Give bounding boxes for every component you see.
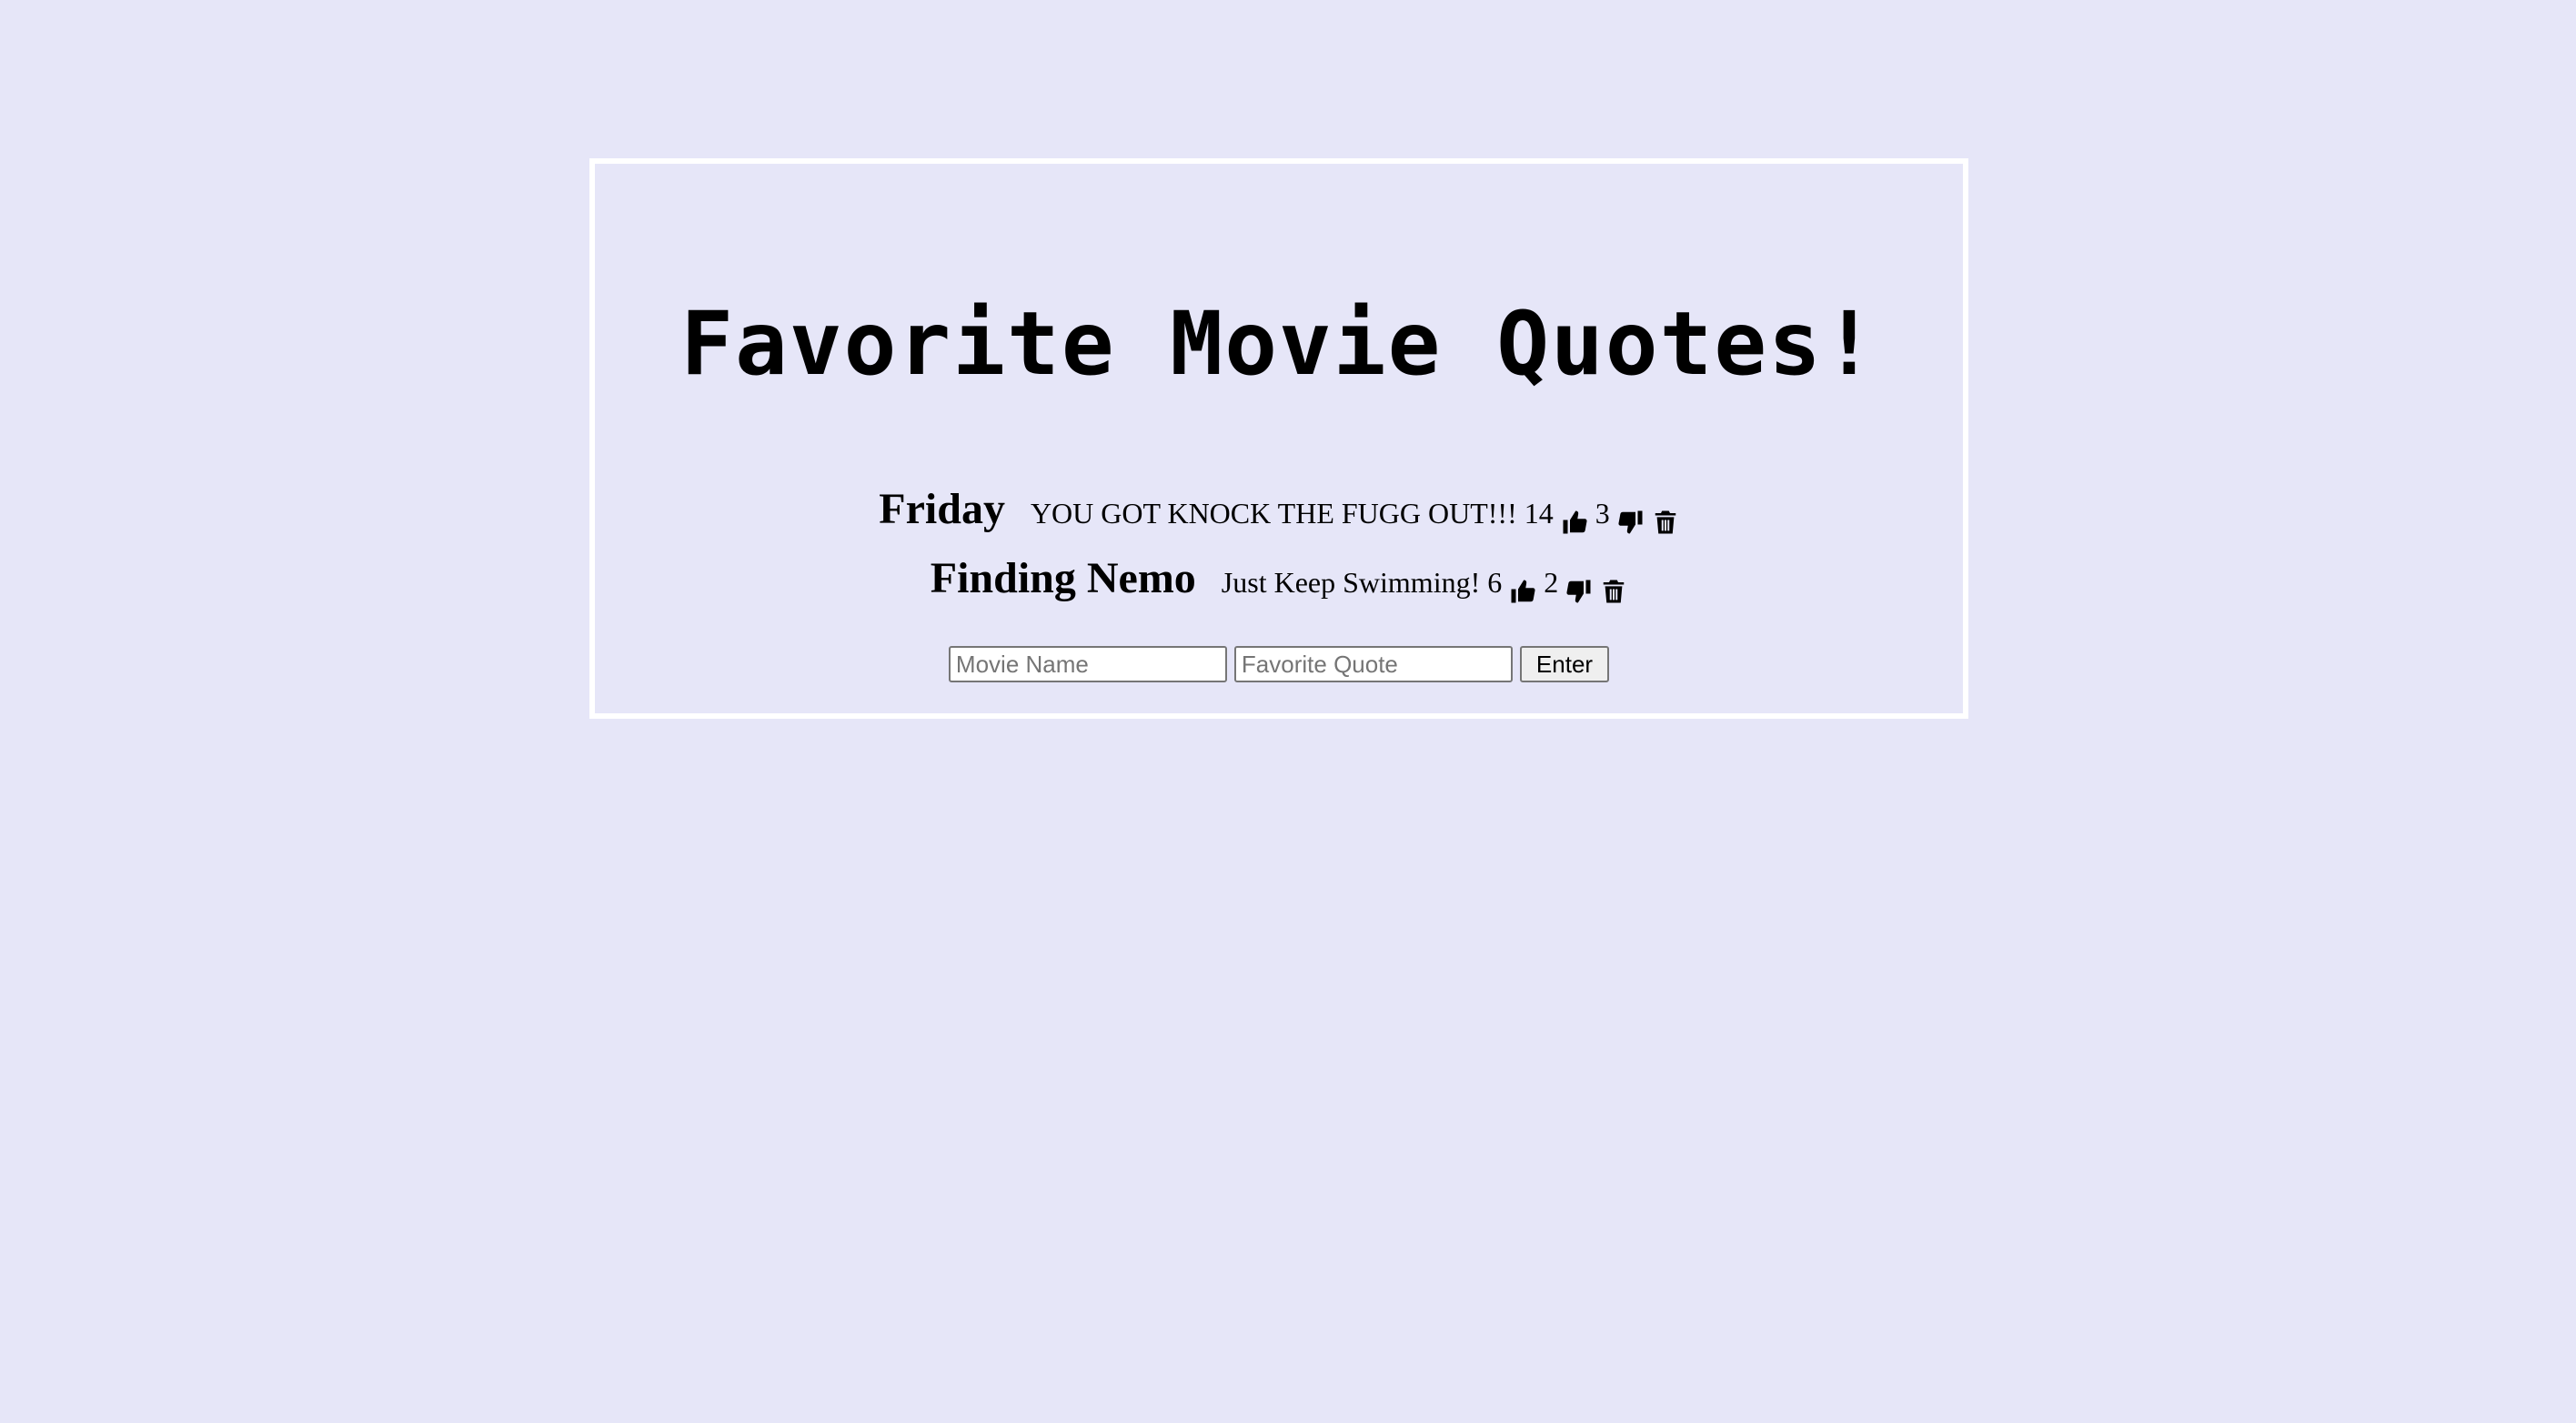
quote-list: Friday YOU GOT KNOCK THE FUGG OUT!!! 14 … (595, 484, 1963, 622)
movie-name: Friday (879, 485, 1005, 533)
thumbs-up-count: 14 (1524, 497, 1554, 530)
favorite-quote-input[interactable] (1233, 646, 1513, 682)
enter-button[interactable]: Enter (1519, 646, 1610, 682)
thumbs-down-count: 3 (1595, 497, 1610, 530)
quote-item: Finding Nemo Just Keep Swimming! 6 2 (595, 553, 1963, 622)
thumbs-up-icon[interactable] (1509, 578, 1536, 605)
thumbs-up-count: 6 (1487, 566, 1503, 599)
add-quote-form: Enter (595, 646, 1963, 682)
thumbs-up-icon[interactable] (1561, 509, 1588, 536)
movie-name-input[interactable] (948, 646, 1227, 682)
movie-name: Finding Nemo (930, 554, 1196, 602)
trash-icon[interactable] (1652, 509, 1679, 536)
thumbs-down-icon[interactable] (1565, 578, 1593, 605)
quotes-panel: Favorite Movie Quotes! Friday YOU GOT KN… (589, 158, 1968, 719)
quote-item: Friday YOU GOT KNOCK THE FUGG OUT!!! 14 … (595, 484, 1963, 553)
quote-text: YOU GOT KNOCK THE FUGG OUT!!! (1030, 497, 1517, 530)
quote-text: Just Keep Swimming! (1221, 566, 1481, 599)
thumbs-down-count: 2 (1544, 566, 1559, 599)
page-title: Favorite Movie Quotes! (680, 293, 1877, 395)
trash-icon[interactable] (1600, 578, 1627, 605)
thumbs-down-icon[interactable] (1617, 509, 1645, 536)
